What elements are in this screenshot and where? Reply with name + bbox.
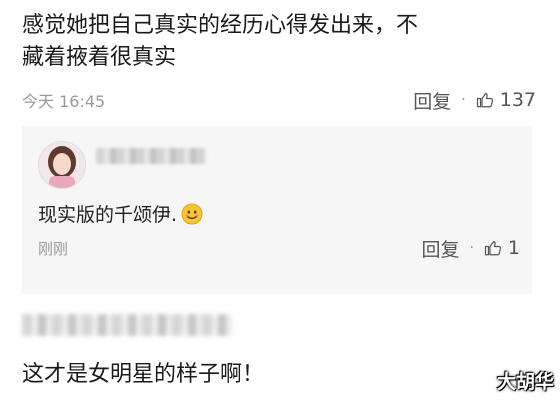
reply-like-count: 1 (507, 237, 520, 259)
comment-actions: 回复 · 137 (413, 87, 536, 114)
reply-time: 刚刚 (38, 239, 69, 258)
like-count: 137 (499, 89, 536, 111)
comment-time: 今天 16:45 (22, 92, 106, 111)
comment-text-line2: 藏着掖着很真实 (22, 45, 177, 70)
next-comment-username-blurred (22, 314, 232, 336)
thumbs-up-icon (484, 240, 501, 256)
like-button[interactable]: 137 (476, 89, 536, 111)
avatar-image (39, 142, 85, 188)
next-comment-text: 这才是女明星的样子啊！ (22, 362, 265, 387)
reply-reply-button[interactable]: 回复 (421, 235, 459, 262)
thumbs-up-icon (476, 92, 493, 108)
separator-dot: · (461, 92, 466, 108)
smiley-emoji-icon (181, 202, 203, 225)
reply-button[interactable]: 回复 (413, 87, 451, 114)
reply-like-button[interactable]: 1 (484, 237, 520, 259)
comment-text: 感觉她把自己真实的经历心得发出来，不 藏着掖着很真实 (22, 10, 542, 74)
reply-meta: 刚刚 回复 · 1 (38, 235, 520, 262)
reply-text: 现实版的千颂伊. (38, 200, 203, 227)
reply-text-content: 现实版的千颂伊. (38, 204, 178, 226)
watermark: 大胡华 (496, 371, 554, 393)
reply-actions: 回复 · 1 (421, 235, 520, 262)
avatar[interactable] (38, 141, 86, 189)
reply-box: 现实版的千颂伊. 刚刚 回复 · 1 (22, 126, 532, 294)
comment-text-line1: 感觉她把自己真实的经历心得发出来，不 (22, 13, 419, 38)
reply-username-blurred (96, 148, 206, 164)
separator-dot: · (469, 240, 474, 256)
comment-meta: 今天 16:45 回复 · 137 (22, 87, 536, 114)
